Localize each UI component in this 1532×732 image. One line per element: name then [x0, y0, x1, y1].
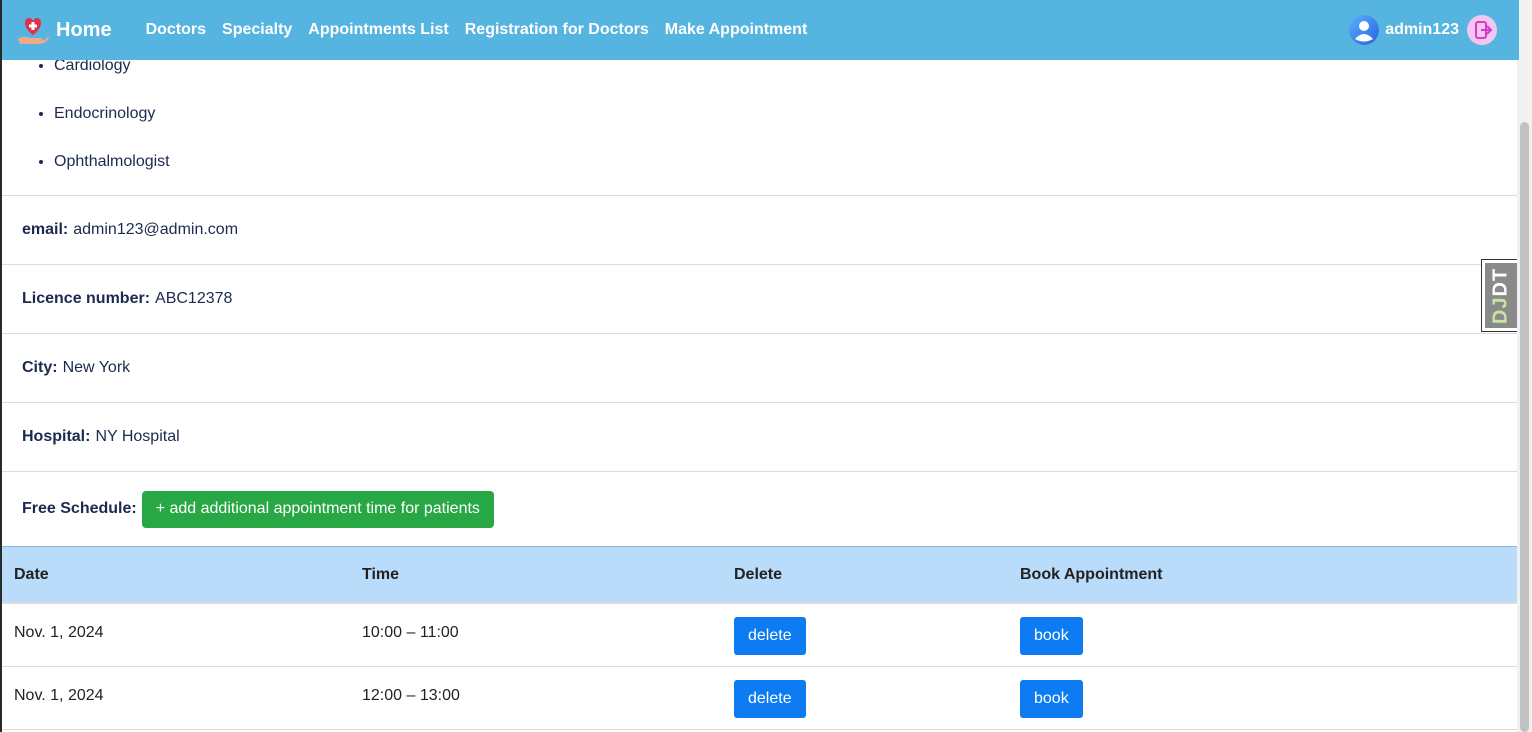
debug-toolbar-handle-inner: DJDT [1485, 263, 1517, 328]
hospital-label: Hospital: [22, 428, 91, 445]
nav-registration-for-doctors[interactable]: Registration for Doctors [465, 21, 649, 39]
email-value: admin123@admin.com [73, 221, 239, 238]
header-book-appointment: Book Appointment [1020, 566, 1163, 583]
nav-doctors[interactable]: Doctors [146, 21, 206, 39]
specialty-item: Cardiology [54, 56, 170, 104]
schedule-row: Free Schedule: + add additional appointm… [2, 471, 1519, 546]
delete-button[interactable]: delete [734, 617, 806, 655]
delete-button[interactable]: delete [734, 680, 806, 718]
city-row: City: New York [2, 333, 1519, 402]
licence-row: Licence number: ABC12378 [2, 264, 1519, 333]
debug-toolbar-label: DJDT [1490, 267, 1513, 323]
scrollbar-thumb[interactable] [1520, 122, 1529, 732]
hospital-row: Hospital: NY Hospital [2, 402, 1519, 471]
user-menu[interactable]: admin123 [1349, 15, 1459, 45]
book-button[interactable]: book [1020, 680, 1083, 718]
logout-button[interactable] [1467, 15, 1497, 45]
specialty-list: Cardiology Endocrinology Ophthalmologist [54, 56, 170, 200]
licence-label: Licence number: [22, 290, 151, 307]
city-value: New York [62, 359, 131, 376]
header-date: Date [14, 566, 49, 583]
nav-appointments-list[interactable]: Appointments List [308, 21, 448, 39]
page: Cardiology Endocrinology Ophthalmologist… [0, 0, 1532, 732]
nav-make-appointment[interactable]: Make Appointment [665, 21, 808, 39]
schedule-label: Free Schedule: [22, 500, 137, 517]
email-row: email: admin123@admin.com [2, 195, 1519, 264]
nav-links: Doctors Specialty Appointments List Regi… [146, 21, 808, 39]
row-time: 12:00 – 13:00 [362, 687, 460, 704]
header-delete: Delete [734, 566, 783, 583]
specialty-item: Endocrinology [54, 104, 170, 152]
user-avatar-icon [1349, 15, 1380, 45]
home-link[interactable]: Home [16, 13, 112, 47]
vertical-scrollbar[interactable] [1517, 0, 1532, 732]
city-label: City: [22, 359, 58, 376]
add-appointment-time-button[interactable]: + add additional appointment time for pa… [141, 490, 494, 528]
row-date: Nov. 1, 2024 [14, 624, 104, 641]
nav-user-area: admin123 [1349, 15, 1497, 45]
debug-label-dj: DJ [1489, 296, 1512, 324]
brand-label: Home [56, 18, 112, 41]
medical-heart-hand-icon [18, 18, 49, 44]
email-label: email: [22, 221, 69, 238]
table-row: Nov. 1, 2024 10:00 – 11:00 delete book [2, 604, 1519, 667]
debug-label-dt: DT [1489, 267, 1512, 297]
header-time: Time [362, 566, 400, 583]
row-date: Nov. 1, 2024 [14, 687, 104, 704]
licence-value: ABC12378 [155, 290, 233, 307]
hospital-value: NY Hospital [95, 428, 180, 445]
schedule-table-header: Date Time Delete Book Appointment [2, 546, 1519, 604]
row-time: 10:00 – 11:00 [362, 624, 459, 641]
navbar: Home Doctors Specialty Appointments List… [2, 0, 1519, 60]
username: admin123 [1385, 21, 1459, 38]
table-row: Nov. 1, 2024 12:00 – 13:00 delete book [2, 667, 1519, 730]
nav-specialty[interactable]: Specialty [222, 21, 292, 39]
specialty-item: Ophthalmologist [54, 152, 170, 200]
debug-toolbar-handle[interactable]: DJDT [1481, 259, 1519, 332]
book-button[interactable]: book [1020, 617, 1083, 655]
logout-icon [1467, 15, 1497, 45]
